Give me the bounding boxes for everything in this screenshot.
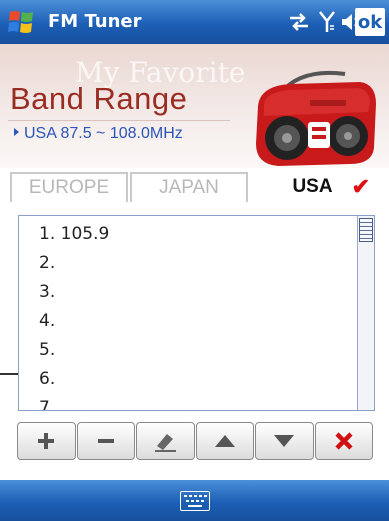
keyboard-icon[interactable] [180,491,210,511]
favorites-list[interactable]: 1. 105.9 2. 3. 4. 5. 6. 7. [18,215,375,411]
arrow-icon [14,128,19,136]
scrollbar-thumb[interactable] [359,218,373,242]
ok-button[interactable]: ok [355,8,385,36]
move-down-icon [274,435,295,447]
title-bar: FM Tuner ok [0,0,389,44]
tab-europe[interactable]: EUROPE [10,172,128,202]
range-text: USA 87.5 ~ 108.0MHz [24,125,183,142]
remove-button[interactable] [76,422,135,460]
signal-icon[interactable] [316,9,338,35]
app-title: FM Tuner [48,11,142,32]
tab-usa-label: USA [292,176,333,197]
windows-start-icon[interactable] [7,8,37,36]
add-button[interactable] [17,422,76,460]
move-up-icon [214,435,235,447]
tab-japan[interactable]: JAPAN [130,172,248,202]
move-up-button[interactable] [195,422,254,460]
range-label: USA 87.5 ~ 108.0MHz [14,125,183,143]
delete-button[interactable] [314,422,373,460]
list-item[interactable]: 3. [39,282,55,302]
bottom-bar [0,480,389,521]
delete-icon [335,432,353,450]
remove-icon [97,439,114,443]
list-item[interactable]: 1. 105.9 [39,224,109,244]
list-toolbar [17,422,374,460]
list-item[interactable]: 5. [39,340,55,360]
divider [8,120,230,121]
band-tabs: EUROPE JAPAN USA ✔ [0,168,389,375]
list-item[interactable]: 4. [39,311,55,331]
list-item[interactable]: 6. [39,369,55,389]
scrollbar[interactable] [357,216,374,410]
band-range-header: My Favorite Band Range USA 87.5 ~ 108.0M… [0,44,389,168]
checkmark-icon: ✔ [351,174,370,199]
page-title: Band Range [10,81,188,116]
edit-icon [155,434,177,452]
move-down-button[interactable] [255,422,314,460]
tab-usa[interactable]: USA ✔ [250,168,375,206]
list-item[interactable]: 7. [39,398,55,410]
list-item[interactable]: 2. [39,253,55,273]
add-icon [38,433,55,449]
connectivity-icon[interactable] [286,9,312,35]
edit-button[interactable] [136,422,195,460]
radio-boombox-image [250,64,380,168]
